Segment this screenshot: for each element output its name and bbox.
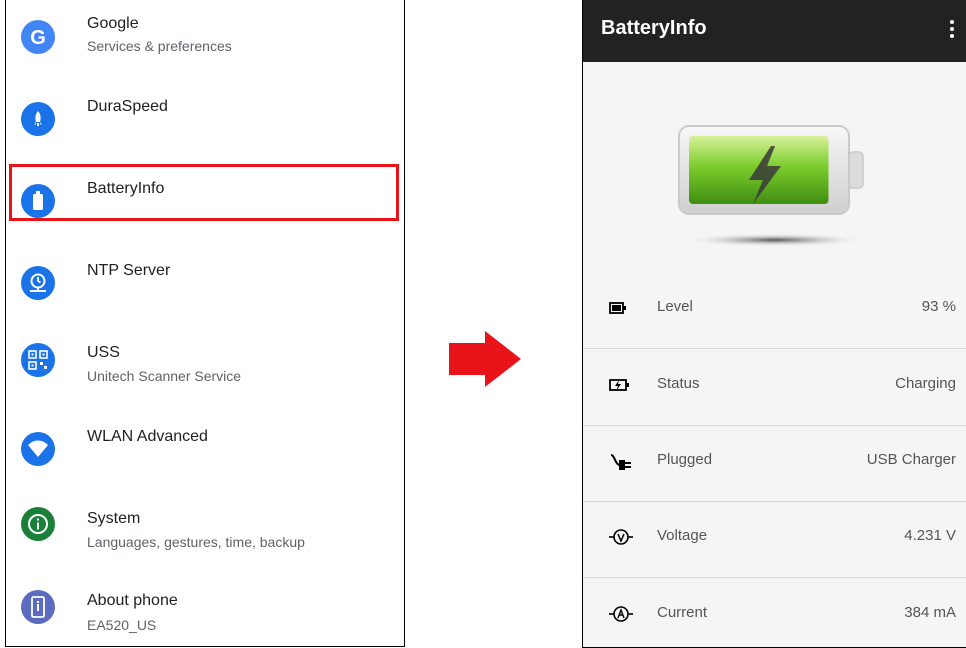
info-icon (21, 507, 55, 541)
battery-graphic (678, 125, 871, 247)
info-row-label: Level (657, 298, 693, 315)
settings-item-duraspeed[interactable]: DuraSpeed (6, 88, 404, 158)
battery-level-icon (609, 302, 626, 314)
settings-list: G Google Services & preferences DuraSpee… (5, 0, 405, 647)
info-row-current: Current 384 mA (583, 578, 966, 647)
rocket-icon (21, 102, 55, 136)
voltage-icon (609, 529, 633, 545)
info-row-label: Plugged (657, 451, 713, 468)
settings-item-uss[interactable]: USS Unitech Scanner Service (6, 335, 404, 405)
settings-item-title: Google (87, 15, 139, 32)
settings-item-subtitle: Services & preferences (87, 38, 232, 54)
info-row-label: Status (657, 375, 700, 392)
info-row-value: Charging (895, 375, 956, 392)
settings-item-system[interactable]: System Languages, gestures, time, backup (6, 502, 404, 572)
info-row-label: Current (657, 604, 708, 621)
info-row-value: 4.231 V (904, 527, 956, 544)
google-icon: G (21, 20, 55, 54)
settings-item-title: DuraSpeed (87, 98, 168, 115)
batteryinfo-app: BatteryInfo Level 93 % Status Charging P… (582, 0, 966, 648)
qr-code-icon (21, 343, 55, 377)
current-icon (609, 606, 633, 622)
info-row-voltage: Voltage 4.231 V (583, 501, 966, 578)
info-row-status: Status Charging (583, 349, 966, 426)
more-vert-icon[interactable] (948, 18, 956, 42)
wifi-icon (21, 432, 55, 466)
svg-text:G: G (30, 27, 46, 49)
info-row-value: 93 % (921, 298, 956, 315)
highlight-box (9, 164, 399, 221)
settings-item-about-phone[interactable]: About phone EA520_US (6, 585, 404, 646)
info-row-value: USB Charger (866, 451, 956, 468)
settings-item-title: USS (87, 344, 120, 361)
settings-item-wlan-advanced[interactable]: WLAN Advanced (6, 418, 404, 488)
app-title: BatteryInfo (601, 17, 707, 39)
settings-item-title: NTP Server (87, 262, 171, 279)
settings-item-title: About phone (87, 592, 178, 609)
phone-icon (21, 590, 55, 624)
battery-charging-icon (609, 379, 629, 391)
settings-item-ntp-server[interactable]: NTP Server (6, 252, 404, 322)
settings-item-title: System (87, 510, 141, 527)
settings-item-subtitle: Unitech Scanner Service (87, 368, 242, 384)
plug-icon (610, 454, 631, 470)
settings-item-title: WLAN Advanced (87, 428, 208, 445)
app-bar: BatteryInfo (583, 0, 966, 62)
settings-item-google[interactable]: G Google Services & preferences (6, 8, 404, 78)
info-row-plugged: Plugged USB Charger (583, 425, 966, 502)
settings-item-subtitle: EA520_US (87, 617, 157, 633)
info-row-level: Level 93 % (583, 272, 966, 349)
info-row-label: Voltage (657, 527, 708, 544)
info-row-value: 384 mA (904, 604, 956, 621)
right-arrow-icon (449, 331, 521, 387)
clock-icon (21, 266, 55, 300)
settings-item-subtitle: Languages, gestures, time, backup (87, 534, 305, 550)
